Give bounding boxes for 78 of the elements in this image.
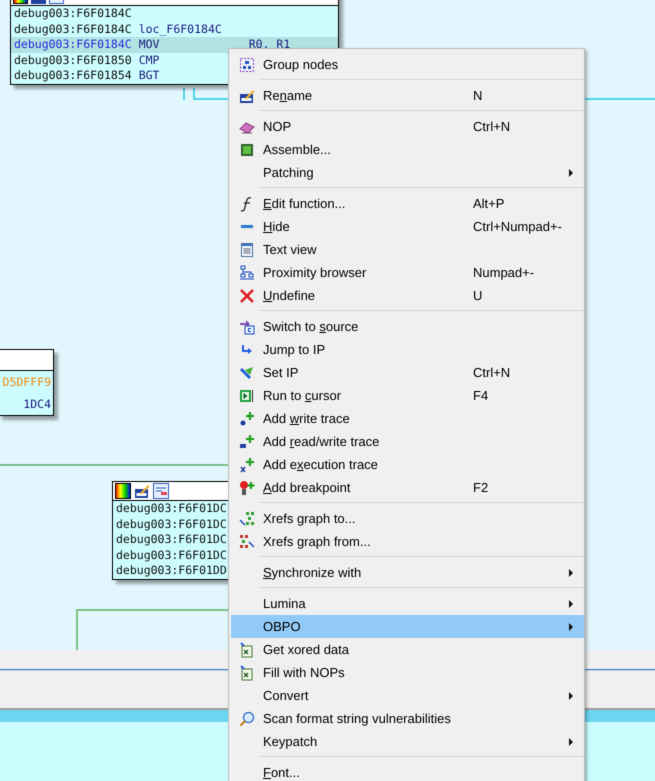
rename-icon[interactable] bbox=[134, 483, 150, 499]
menu-item[interactable]: Font... bbox=[231, 761, 584, 781]
rename-icon bbox=[239, 88, 255, 104]
menu-item[interactable]: NOP Ctrl+N bbox=[231, 115, 584, 138]
code-address: debug003:F6F01850 bbox=[14, 52, 132, 68]
cross-icon bbox=[239, 288, 255, 304]
tree-icon bbox=[239, 264, 255, 280]
code-address: debug003:F6F01DC bbox=[116, 532, 227, 548]
menu-item[interactable]: Run to cursor F4 bbox=[231, 384, 584, 407]
menu-item[interactable]: Keypatch bbox=[231, 730, 584, 753]
code-address: debug003:F6F0184C bbox=[14, 37, 132, 52]
code-address: debug003:F6F01DD bbox=[116, 563, 227, 578]
code-address: debug003:F6F01DC bbox=[116, 501, 227, 516]
shortcut-text: N bbox=[473, 88, 482, 103]
set-arrow-icon bbox=[239, 364, 255, 380]
code-text: 1DC4 bbox=[23, 396, 51, 413]
graph-icon bbox=[239, 534, 255, 550]
code-text: D5DFFF9 bbox=[2, 374, 51, 391]
menu-item[interactable]: Scan format string vulnerabilities bbox=[231, 707, 584, 730]
menu-item[interactable]: Group nodes bbox=[231, 53, 584, 76]
group-icon bbox=[239, 56, 255, 72]
menu-item[interactable]: Synchronize with bbox=[231, 561, 584, 584]
code-address: debug003:F6F01DC bbox=[116, 516, 227, 532]
menu-item[interactable]: Text view bbox=[231, 238, 584, 261]
menu-item[interactable]: Add write trace bbox=[231, 407, 584, 430]
menu-item[interactable]: Jump to IP bbox=[231, 338, 584, 361]
trace-plus-icon bbox=[239, 434, 255, 450]
menu-item[interactable]: Switch to source bbox=[231, 315, 584, 338]
menu-item[interactable]: Assemble... bbox=[231, 138, 584, 161]
menu-item[interactable]: Lumina bbox=[231, 592, 584, 615]
menu-item[interactable]: Patching bbox=[231, 161, 584, 184]
code-address: debug003:F6F01854 bbox=[14, 68, 132, 84]
palette-icon[interactable] bbox=[115, 483, 131, 499]
code-instruction: MOV bbox=[138, 37, 160, 52]
minus-icon bbox=[241, 225, 253, 228]
graph-icon[interactable] bbox=[153, 483, 169, 499]
menu-item[interactable]: Edit function... Alt+P bbox=[231, 192, 584, 215]
chip-icon bbox=[239, 142, 255, 158]
search-icon bbox=[239, 710, 255, 726]
menu-item[interactable]: Undefine U bbox=[231, 284, 584, 307]
code-address: debug003:F6F0184C bbox=[14, 22, 132, 37]
shortcut-text: F4 bbox=[473, 388, 488, 403]
menu-item[interactable]: Hide Ctrl+Numpad+- bbox=[231, 215, 584, 238]
document-icon bbox=[239, 242, 255, 258]
code-address: debug003:F6F0184C bbox=[14, 6, 132, 22]
edge-line bbox=[183, 88, 185, 100]
code-address: debug003:F6F01DC bbox=[116, 548, 227, 563]
graph-icon bbox=[239, 510, 255, 526]
menu-item[interactable]: Convert bbox=[231, 684, 584, 707]
code-operands: R0, R1 bbox=[248, 37, 290, 52]
shortcut-text: Numpad+- bbox=[473, 265, 534, 280]
trace-plus-icon bbox=[239, 410, 255, 426]
menu-item[interactable]: Add execution trace bbox=[231, 453, 584, 476]
menu-item[interactable]: OBPO bbox=[231, 615, 584, 638]
run-icon bbox=[239, 388, 255, 404]
breakpoint-icon bbox=[239, 480, 255, 496]
shortcut-text: Ctrl+N bbox=[473, 119, 510, 134]
menu-item[interactable]: Proximity browser Numpad+- bbox=[231, 261, 584, 284]
menu-item[interactable]: Rename N bbox=[231, 84, 584, 107]
menu-item[interactable]: Get xored data bbox=[231, 638, 584, 661]
shortcut-text: F2 bbox=[473, 480, 488, 495]
code-instruction: BGT bbox=[138, 68, 160, 84]
menu-item[interactable]: Set IP Ctrl+N bbox=[231, 361, 584, 384]
code-instruction: loc_F6F0184C bbox=[138, 22, 223, 37]
code-instruction: CMP bbox=[138, 52, 160, 68]
menu-item[interactable]: Fill with NOPs bbox=[231, 661, 584, 684]
shortcut-text: Ctrl+N bbox=[473, 365, 510, 380]
shortcut-text: U bbox=[473, 288, 482, 303]
shortcut-text: Ctrl+Numpad+- bbox=[473, 219, 562, 234]
xor-icon bbox=[239, 642, 255, 658]
menu-item[interactable]: Xrefs graph from... bbox=[231, 530, 584, 553]
menu-item[interactable]: Xrefs graph to... bbox=[231, 507, 584, 530]
xor-icon bbox=[239, 664, 255, 680]
switch-icon bbox=[239, 318, 255, 334]
menu-item[interactable]: Add read/write trace bbox=[231, 430, 584, 453]
trace-plus-icon bbox=[239, 456, 255, 472]
menu-item[interactable]: Add breakpoint F2 bbox=[231, 476, 584, 499]
shortcut-text: Alt+P bbox=[473, 196, 504, 211]
